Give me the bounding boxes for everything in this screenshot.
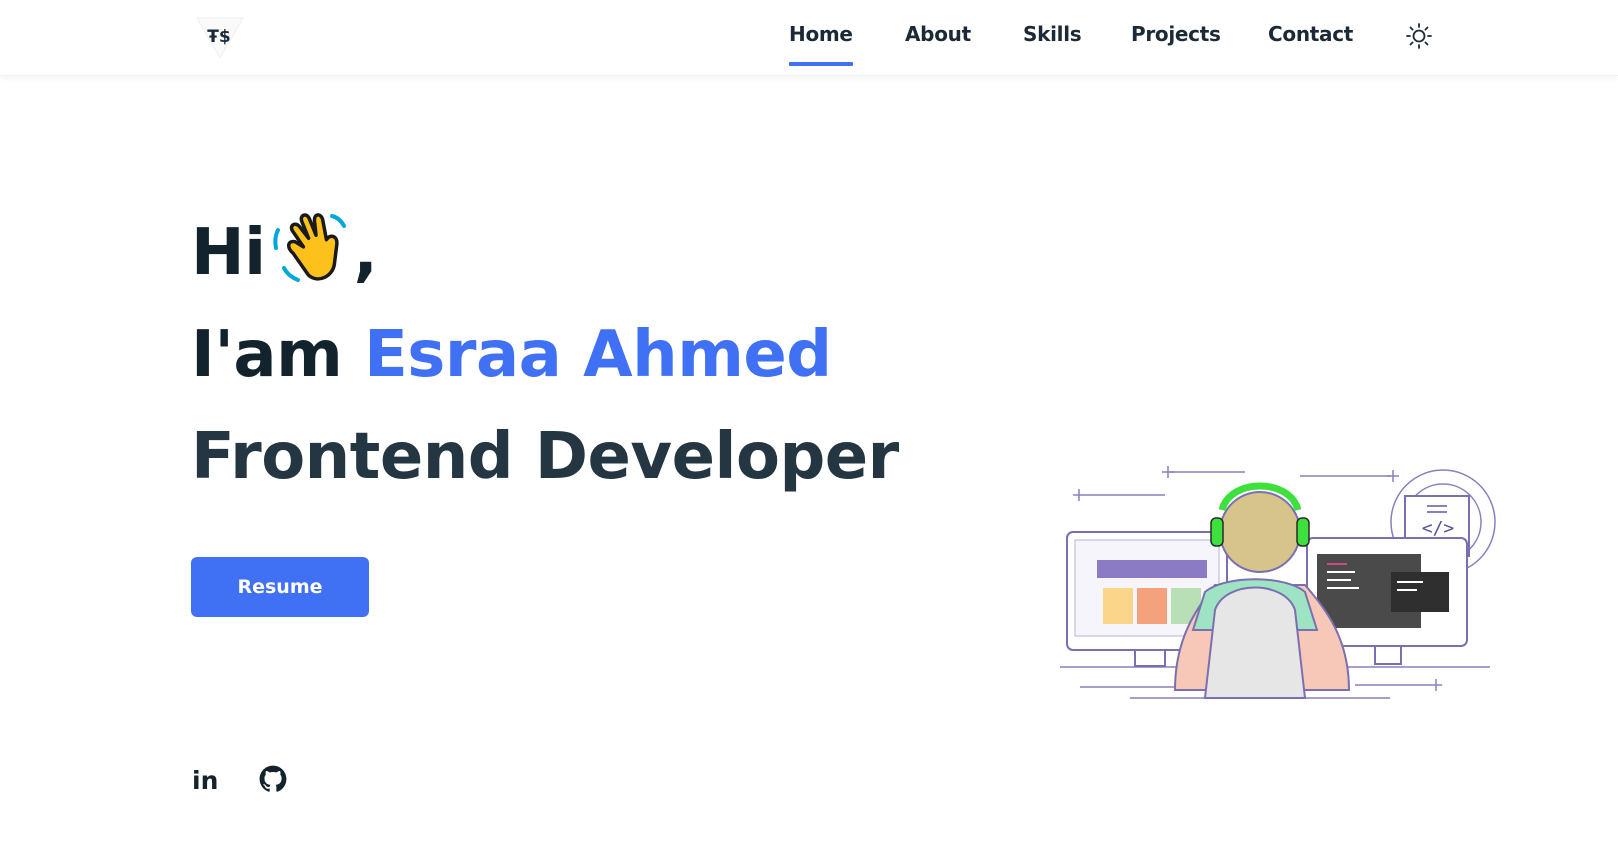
nav-about[interactable]: About <box>905 22 971 54</box>
hero-name: Esraa Ahmed <box>364 318 832 392</box>
greeting-suffix: , <box>353 216 378 290</box>
navbar: Ŧ$ Home About Skills Projects Contact <box>0 0 1618 76</box>
resume-button[interactable]: Resume <box>191 557 369 617</box>
nav-home[interactable]: Home <box>789 22 853 66</box>
hero-intro: I'am Esraa Ahmed <box>191 318 832 392</box>
nav-projects[interactable]: Projects <box>1131 22 1221 54</box>
waving-hand-icon <box>272 208 350 288</box>
theme-toggle-sun-icon[interactable] <box>1405 22 1433 50</box>
logo-glyph: Ŧ$ <box>207 27 230 47</box>
svg-text:</>: </> <box>1422 518 1455 539</box>
hero-greeting: Hi , <box>191 208 378 290</box>
linkedin-glyph: in <box>192 766 218 794</box>
greeting-text: Hi <box>191 216 266 290</box>
developer-at-desk-illustration: </> <box>1055 460 1505 710</box>
linkedin-icon[interactable]: in <box>191 764 219 795</box>
hero-role: Frontend Developer <box>191 420 899 494</box>
github-icon[interactable] <box>259 764 287 794</box>
logo[interactable]: Ŧ$ <box>196 16 245 60</box>
intro-text: I'am <box>191 318 343 392</box>
nav-skills[interactable]: Skills <box>1023 22 1082 54</box>
nav-contact[interactable]: Contact <box>1268 22 1353 54</box>
